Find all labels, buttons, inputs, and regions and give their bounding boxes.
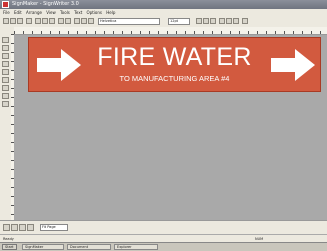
line-tool-icon[interactable] [2,53,9,59]
task-signmaker[interactable]: SignMaker [22,244,64,250]
new-icon[interactable] [3,18,9,24]
help-icon[interactable] [242,18,248,24]
menu-options[interactable]: Options [87,9,102,16]
task-document[interactable]: Document [67,244,111,250]
size-field[interactable]: 12pt [168,18,190,25]
sign-canvas[interactable]: FIRE WATER TO MANUFACTURING AREA #4 [28,37,321,92]
copy-icon[interactable] [42,18,48,24]
paste-icon[interactable] [49,18,55,24]
zoom-tool-icon[interactable] [2,93,9,99]
start-button[interactable]: Start [2,244,17,250]
open-icon[interactable] [10,18,16,24]
arrow-right-icon [271,49,315,81]
ellipse-tool-icon[interactable] [2,69,9,75]
grid-icon[interactable] [19,224,26,231]
text-tool-icon[interactable] [2,45,9,51]
italic-icon[interactable] [81,18,87,24]
menu-file[interactable]: File [3,9,10,16]
horizontal-ruler [14,27,327,35]
menu-arrange[interactable]: Arrange [26,9,42,16]
task-explorer[interactable]: Explorer [114,244,158,250]
save-icon[interactable] [17,18,23,24]
arrow-tool-icon[interactable] [2,77,9,83]
menu-edit[interactable]: Edit [14,9,22,16]
redo-icon[interactable] [65,18,71,24]
window-title: SignMaker - SignWriter 3.0 [12,1,79,7]
align-center-icon[interactable] [203,18,209,24]
menu-text[interactable]: Text [74,9,82,16]
rectangle-tool-icon[interactable] [2,61,9,67]
cut-icon[interactable] [35,18,41,24]
pointer-tool-icon[interactable] [2,37,9,43]
bottom-toolbar: Fit Page [0,220,327,235]
font-field[interactable]: Helvetica [98,18,160,25]
bold-icon[interactable] [74,18,80,24]
zoom-field[interactable]: Fit Page [40,224,68,231]
underline-icon[interactable] [88,18,94,24]
menu-view[interactable]: View [46,9,56,16]
menu-tools[interactable]: Tools [60,9,70,16]
zoom-out-icon[interactable] [226,18,232,24]
menu-help[interactable]: Help [106,9,115,16]
color-icon[interactable] [233,18,239,24]
title-bar: SignMaker - SignWriter 3.0 [0,0,327,9]
align-right-icon[interactable] [210,18,216,24]
ruler-corner [0,27,15,34]
page-icon[interactable] [3,224,10,231]
zoom-in-icon[interactable] [219,18,225,24]
fill-tool-icon[interactable] [2,85,9,91]
snap-icon[interactable] [27,224,34,231]
undo-icon[interactable] [58,18,64,24]
align-left-icon[interactable] [196,18,202,24]
layers-icon[interactable] [11,224,18,231]
app-icon [2,1,9,8]
vertical-ruler [11,34,14,220]
print-icon[interactable] [26,18,32,24]
hand-tool-icon[interactable] [2,101,9,107]
